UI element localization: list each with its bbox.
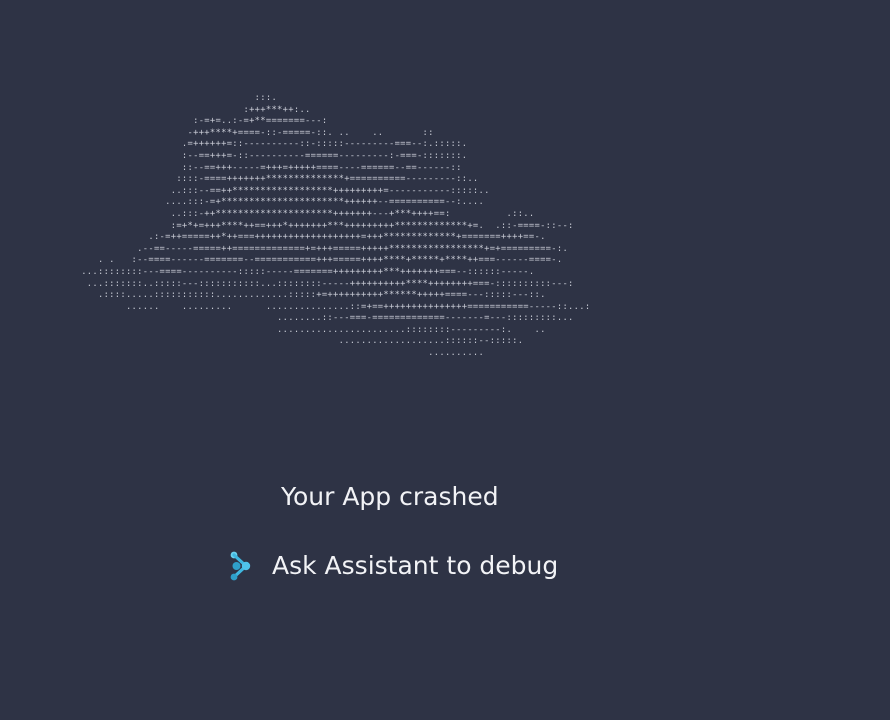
assistant-icon <box>227 549 253 583</box>
ascii-cloud-art: :::. :+++***++:.. :-=+=..:-=+**=======--… <box>81 93 591 359</box>
ask-assistant-debug-button[interactable]: Ask Assistant to debug <box>227 549 558 583</box>
debug-button-label: Ask Assistant to debug <box>272 551 559 580</box>
crash-message: Your App crashed <box>281 482 499 511</box>
